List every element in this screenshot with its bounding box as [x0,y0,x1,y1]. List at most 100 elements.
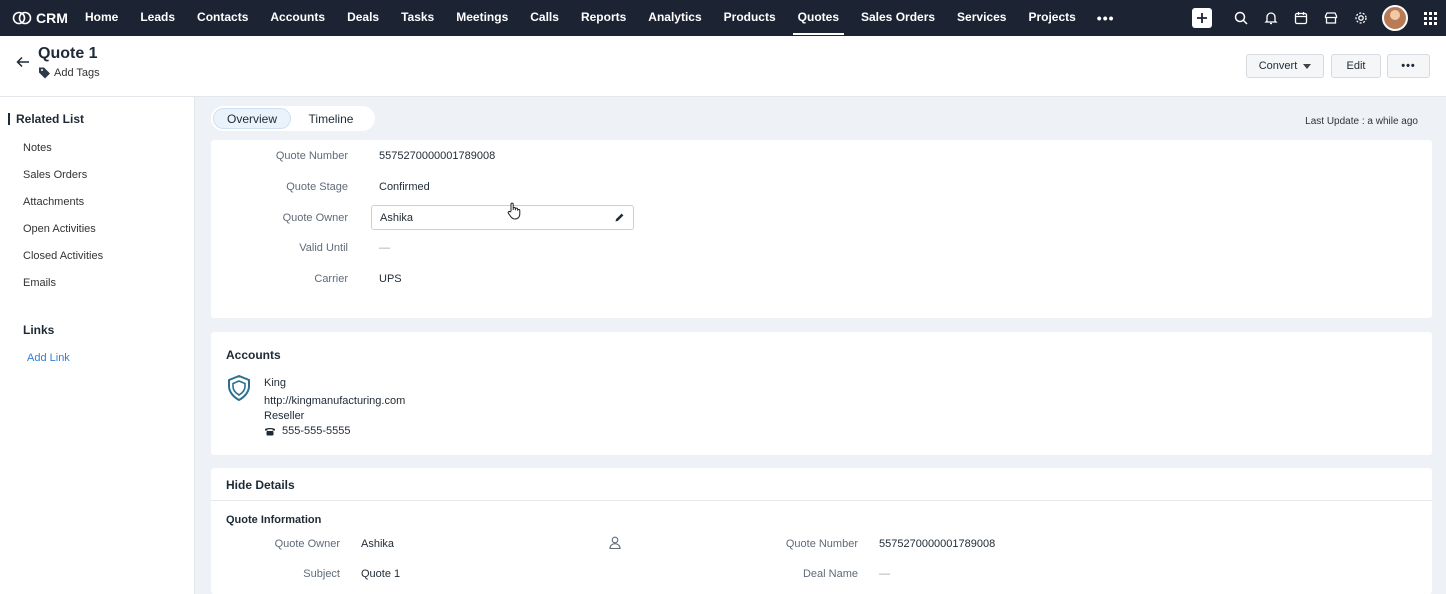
hand-cursor-icon [507,202,521,220]
store-icon [1324,12,1338,24]
detail-label-deal-name: Deal Name [802,568,858,580]
nav-item-meetings[interactable]: Meetings [445,0,519,36]
settings-button[interactable] [1346,0,1376,36]
nav-item-products[interactable]: Products [713,0,787,36]
calendar-button[interactable] [1286,0,1316,36]
nav-item-deals[interactable]: Deals [336,0,390,36]
account-logo-icon [228,375,250,401]
quote-information-heading: Quote Information [226,514,322,526]
calendar-icon [1294,12,1308,25]
field-label-carrier: Carrier [314,273,348,285]
nav-more-icon[interactable]: ••• [1087,10,1125,26]
nav-item-services[interactable]: Services [946,0,1017,36]
details-card: Hide Details Quote Information Quote Own… [211,468,1432,594]
tag-icon [39,67,50,79]
record-header: Quote 1 Add Tags Convert Edit ••• [0,36,1446,97]
brand-logo[interactable]: CRM [0,10,74,26]
accounts-title: Accounts [226,348,281,362]
sidebar-item-sales-orders[interactable]: Sales Orders [23,169,87,181]
sidebar-item-attachments[interactable]: Attachments [23,196,84,208]
nav-item-reports[interactable]: Reports [570,0,637,36]
user-icon[interactable] [609,536,621,549]
tab-timeline[interactable]: Timeline [291,108,371,129]
related-list-header[interactable]: Related List [8,112,84,126]
field-label-quote-number: Quote Number [275,150,348,162]
notifications-button[interactable] [1256,0,1286,36]
detail-value-quote-number: 5575270000001789008 [879,538,996,550]
related-list-sidebar: Related List Notes Sales Orders Attachme… [0,97,195,594]
plus-icon [1197,13,1207,23]
divider [211,500,1432,501]
nav-items: Home Leads Contacts Accounts Deals Tasks Meeti… [74,0,1087,36]
page-title: Quote 1 [38,45,98,62]
collapse-icon [8,113,10,125]
convert-button[interactable]: Convert [1246,54,1324,78]
top-nav: CRM Home Leads Contacts Accounts Deals Tasks M… [0,0,1446,36]
summary-card: Quote Number 5575270000001789008 Quote S… [211,140,1432,318]
related-list-title: Related List [16,112,85,126]
brand-name: CRM [36,10,68,26]
nav-item-sales-orders[interactable]: Sales Orders [850,0,946,36]
nav-item-calls[interactable]: Calls [519,0,570,36]
more-actions-button[interactable]: ••• [1387,54,1430,78]
phone-icon [265,428,275,436]
app-switcher-button[interactable] [1418,11,1442,25]
field-label-quote-stage: Quote Stage [286,181,348,193]
account-type: Reseller [264,410,305,422]
caret-down-icon [1303,63,1312,69]
sidebar-item-open-activities[interactable]: Open Activities [23,223,96,235]
sidebar-item-closed-activities[interactable]: Closed Activities [23,250,103,262]
account-phone-value: 555-555-5555 [282,425,351,437]
detail-label-quote-number: Quote Number [785,538,858,550]
nav-item-accounts[interactable]: Accounts [259,0,336,36]
bell-icon [1264,12,1278,25]
add-link[interactable]: Add Link [27,352,70,364]
detail-label-subject: Subject [303,568,340,580]
marketplace-button[interactable] [1316,0,1346,36]
sidebar-item-emails[interactable]: Emails [23,277,56,289]
account-website[interactable]: http://kingmanufacturing.com [264,395,405,407]
detail-label-quote-owner: Quote Owner [274,538,340,550]
create-new-button[interactable] [1192,8,1212,28]
nav-right-tools [1192,0,1446,36]
quote-owner-field[interactable]: Ashika [371,205,634,230]
links-title: Links [23,323,55,337]
nav-item-analytics[interactable]: Analytics [637,0,712,36]
account-phone[interactable]: 555-555-5555 [264,425,351,437]
nav-item-projects[interactable]: Projects [1017,0,1086,36]
field-label-quote-owner: Quote Owner [282,212,348,224]
nav-item-home[interactable]: Home [74,0,129,36]
tab-overview[interactable]: Overview [213,108,291,129]
user-avatar[interactable] [1382,5,1408,31]
add-tags-link[interactable]: Add Tags [38,66,100,79]
detail-value-subject[interactable]: Quote 1 [361,568,400,580]
hide-details-toggle[interactable]: Hide Details [226,478,295,492]
last-update-text: Last Update : a while ago [1305,116,1418,127]
nav-item-contacts[interactable]: Contacts [186,0,259,36]
grid-icon [1423,11,1437,25]
sidebar-item-notes[interactable]: Notes [23,142,52,154]
account-name[interactable]: King [264,377,286,389]
field-value-carrier[interactable]: UPS [379,273,402,285]
gear-icon [1355,12,1367,24]
arrow-left-icon [16,56,29,68]
detail-value-deal-name[interactable]: — [879,568,890,580]
view-tabs: Overview Timeline [211,106,375,131]
search-icon [1234,11,1248,25]
nav-item-quotes[interactable]: Quotes [787,0,850,36]
accounts-card: Accounts King http://kingmanufacturing.c… [211,332,1432,455]
edit-button[interactable]: Edit [1331,54,1381,78]
nav-item-tasks[interactable]: Tasks [390,0,445,36]
detail-value-quote-owner[interactable]: Ashika [361,538,394,550]
field-value-quote-owner: Ashika [380,212,414,224]
field-label-valid-until: Valid Until [299,242,348,254]
nav-item-leads[interactable]: Leads [129,0,186,36]
search-button[interactable] [1226,0,1256,36]
crm-logo-icon [12,11,32,25]
pencil-icon[interactable] [614,212,625,223]
convert-label: Convert [1258,60,1298,72]
field-value-valid-until[interactable]: — [379,242,390,254]
back-button[interactable] [16,56,30,71]
field-value-quote-number: 5575270000001789008 [379,150,496,162]
field-value-quote-stage[interactable]: Confirmed [379,181,430,193]
